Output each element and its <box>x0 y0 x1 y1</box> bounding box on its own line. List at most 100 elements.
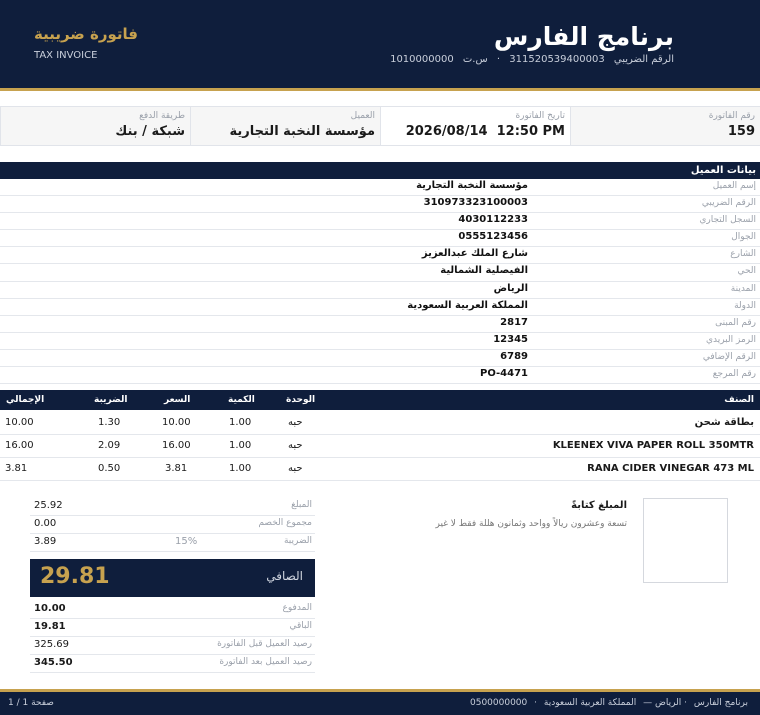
footer-country: المملكة العربية السعودية <box>543 698 637 708</box>
customer-row-label: الرمز البريدي <box>705 334 756 345</box>
col-qty: الكمية <box>228 395 255 405</box>
customer-row: رقم المرجع PO-4471 <box>0 367 760 385</box>
discount-row: مجموع الخصم 0.00 <box>30 516 315 534</box>
balance-after-row: رصيد العميل بعد الفاتورة 345.50 <box>30 655 315 673</box>
invoice-header: برنامج الفارس الرقم الضريبي 311520539400… <box>0 0 760 88</box>
customer-row-value: 2817 <box>500 316 528 328</box>
customer-row-value: مؤسسة النخبة التجارية <box>416 180 528 191</box>
remaining-label: الباقي <box>289 621 312 631</box>
cr-number: 1010000000 <box>390 54 454 65</box>
company-name: برنامج الفارس <box>493 22 674 51</box>
net-total-label: الصافي <box>266 569 303 583</box>
balance-after-value: 345.50 <box>34 657 73 668</box>
customer-row-label: إسم العميل <box>712 181 756 191</box>
tax-label: الضريبة <box>283 536 312 546</box>
qr-code-placeholder <box>643 498 728 583</box>
tax-row: الضريبة 15% 3.89 <box>30 534 315 552</box>
customer-row: إسم العميل مؤسسة النخبة التجارية <box>0 179 760 197</box>
footer-phone: 0500000000 <box>470 698 528 708</box>
invoice-number-cell: رقم الفاتورة 159 <box>570 107 760 145</box>
col-total: الإجمالي <box>6 395 45 405</box>
customer-row-value: الفيصلية الشمالية <box>440 265 528 277</box>
customer-table: إسم العميل مؤسسة النخبة التجارية الرقم ال… <box>0 179 760 385</box>
invoice-footer: برنامج الفارس · الرياض — المملكة العربية… <box>0 692 760 715</box>
invoice-date: 2026/08/14 12:50 PM <box>405 124 565 139</box>
item-total: 10.00 <box>5 417 34 428</box>
customer-row-value: 12345 <box>493 333 528 345</box>
customer-row-label: رقم المرجع <box>712 369 756 380</box>
tax-number: 311520539400003 <box>509 54 605 65</box>
discount-value: 0.00 <box>34 518 57 529</box>
company-meta: الرقم الضريبي 311520539400003 · س.ت 1010… <box>384 54 674 65</box>
col-tax: الضريبة <box>94 395 128 405</box>
item-qty: 1.00 <box>229 463 252 474</box>
customer-row-label: الرقم الإضافي <box>702 351 756 362</box>
customer-row-label: الشارع <box>730 249 756 260</box>
items-table-header: الصنف الوحدة الكمية السعر الضريبة الإجما… <box>0 390 760 410</box>
balance-before-label: رصيد العميل قبل الفاتورة <box>217 639 312 649</box>
customer-row: الجوال 0555123456 <box>0 230 760 248</box>
item-price: 3.81 <box>165 463 188 474</box>
customer-row-label: المدينة <box>730 283 756 294</box>
customer-row-label: الرقم الضريبي <box>701 198 756 209</box>
item-qty: 1.00 <box>229 417 252 428</box>
balance-after-label: رصيد العميل بعد الفاتورة <box>219 657 312 667</box>
item-tax: 1.30 <box>98 417 121 428</box>
discount-label: مجموع الخصم <box>258 518 312 528</box>
item-name: KLEENEX VIVA PAPER ROLL 350MTR <box>552 440 754 451</box>
total-amount-label: المبلغ <box>291 500 312 510</box>
invoice-number: 159 <box>727 124 755 139</box>
header-gold-line <box>0 88 760 91</box>
item-total: 3.81 <box>5 463 28 474</box>
customer-row: السجل التجاري 4030112233 <box>0 213 760 231</box>
item-unit: حبه <box>288 463 303 474</box>
item-price: 16.00 <box>162 440 191 451</box>
col-unit: الوحدة <box>286 395 316 405</box>
customer-row: الرقم الضريبي 310973323100003 <box>0 196 760 214</box>
customer-row-label: رقم المبنى <box>715 317 756 328</box>
item-qty: 1.00 <box>229 440 252 451</box>
net-total-box: الصافي 29.81 <box>30 559 315 597</box>
item-unit: حبه <box>288 440 303 451</box>
customer-row: المدينة الرياض <box>0 282 760 299</box>
customer-row-value: 6789 <box>500 350 528 362</box>
balance-before-row: رصيد العميل قبل الفاتورة 325.69 <box>30 637 315 655</box>
col-price: السعر <box>164 395 191 405</box>
customer-row-label: الجوال <box>731 232 756 243</box>
footer-company-info: برنامج الفارس · الرياض — المملكة العربية… <box>466 698 748 708</box>
customer-row-value: المملكة العربية السعودية <box>407 299 528 311</box>
paid-label: المدفوع <box>282 603 313 613</box>
footer-separator: · <box>534 698 538 708</box>
payment-method: شبكة / بنك <box>115 124 185 139</box>
item-total: 16.00 <box>5 440 34 451</box>
invoice-info-bar: رقم الفاتورة 159 تاريخ الفاتورة 2026/08/… <box>0 106 760 146</box>
invoice-date-label: تاريخ الفاتورة <box>515 111 565 121</box>
footer-city: · الرياض — <box>643 698 688 708</box>
customer-row-value: 4030112233 <box>458 214 528 226</box>
tax-rate: 15% <box>175 536 198 547</box>
customer-row-label: الدولة <box>734 300 756 311</box>
item-tax: 2.09 <box>98 440 121 451</box>
customer-section-title: بيانات العميل <box>0 162 760 179</box>
payment-label: طريقة الدفع <box>139 111 185 121</box>
customer-row: الشارع شارع الملك عبدالعزيز <box>0 247 760 265</box>
page-number: صفحة 1 / 1 <box>8 698 54 708</box>
col-item: الصنف <box>724 395 754 405</box>
customer-row-label: السجل التجاري <box>699 215 756 226</box>
paid-row: المدفوع 10.00 <box>30 601 315 619</box>
total-amount-row: المبلغ 25.92 <box>30 498 315 516</box>
customer-cell: العميل مؤسسة النخبة التجارية <box>190 107 380 145</box>
item-tax: 0.50 <box>98 463 121 474</box>
table-row: بطاقة شحن حبه 1.00 10.00 1.30 10.00 <box>0 412 760 435</box>
amount-words-title: المبلغ كتابةً <box>571 500 627 511</box>
net-total-value: 29.81 <box>40 564 110 589</box>
customer-row: الحي الفيصلية الشمالية <box>0 264 760 282</box>
footer-company: برنامج الفارس <box>693 698 748 708</box>
item-price: 10.00 <box>162 417 191 428</box>
customer-label: العميل <box>350 111 375 121</box>
table-row: KLEENEX VIVA PAPER ROLL 350MTR حبه 1.00 … <box>0 435 760 458</box>
customer-row: الرقم الإضافي 6789 <box>0 350 760 368</box>
item-name: بطاقة شحن <box>694 417 754 428</box>
meta-separator: · <box>496 54 501 65</box>
table-row: RANA CIDER VINEGAR 473 ML حبه 1.00 3.81 … <box>0 458 760 481</box>
